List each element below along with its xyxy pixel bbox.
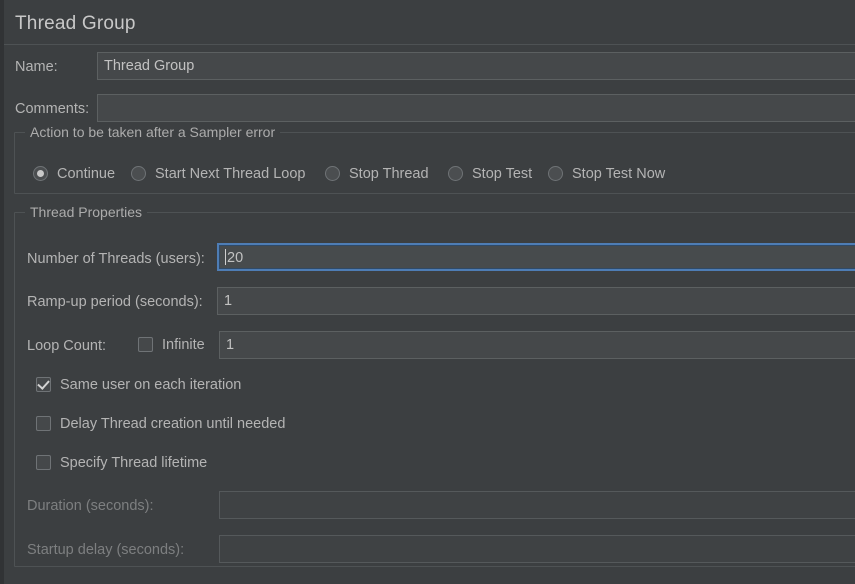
check-icon — [37, 377, 50, 390]
comments-input[interactable] — [97, 94, 855, 122]
specify-thread-lifetime-label[interactable]: Specify Thread lifetime — [60, 454, 207, 472]
radio-stop-test[interactable] — [448, 166, 463, 181]
ramp-up-period-label: Ramp-up period (seconds): — [27, 294, 203, 310]
radio-start-next-thread-loop[interactable] — [131, 166, 146, 181]
radio-continue[interactable] — [33, 166, 48, 181]
radio-start-next-thread-loop-label[interactable]: Start Next Thread Loop — [155, 165, 305, 183]
number-of-threads-input[interactable]: 20 — [217, 243, 855, 271]
radio-continue-dot — [37, 170, 44, 177]
sampler-error-group-title: Action to be taken after a Sampler error — [25, 124, 281, 140]
thread-group-panel: Thread Group Name: Thread Group Comments… — [0, 0, 855, 584]
name-label: Name: — [15, 59, 58, 75]
startup-delay-label: Startup delay (seconds): — [27, 542, 185, 558]
radio-stop-test-now[interactable] — [548, 166, 563, 181]
title-divider — [4, 44, 855, 45]
radio-stop-test-now-label[interactable]: Stop Test Now — [572, 165, 665, 183]
specify-thread-lifetime-checkbox[interactable] — [36, 455, 51, 470]
loop-count-infinite-checkbox[interactable] — [138, 337, 153, 352]
startup-delay-input — [219, 535, 855, 563]
comments-label: Comments: — [15, 101, 90, 117]
delay-thread-creation-label[interactable]: Delay Thread creation until needed — [60, 415, 285, 433]
loop-count-input[interactable]: 1 — [219, 331, 855, 359]
same-user-checkbox[interactable] — [36, 377, 51, 392]
delay-thread-creation-checkbox[interactable] — [36, 416, 51, 431]
ramp-up-period-input[interactable]: 1 — [217, 287, 855, 315]
loop-count-infinite-label[interactable]: Infinite — [162, 336, 205, 354]
radio-stop-thread[interactable] — [325, 166, 340, 181]
text-caret — [225, 249, 226, 265]
duration-input — [219, 491, 855, 519]
loop-count-label: Loop Count: — [27, 338, 107, 354]
same-user-label[interactable]: Same user on each iteration — [60, 376, 241, 394]
radio-continue-label[interactable]: Continue — [57, 165, 115, 183]
duration-label: Duration (seconds): — [27, 498, 154, 514]
number-of-threads-value: 20 — [227, 250, 244, 266]
page-title: Thread Group — [15, 13, 136, 34]
radio-stop-test-label[interactable]: Stop Test — [472, 165, 532, 183]
name-input[interactable]: Thread Group — [97, 52, 855, 80]
thread-properties-group-title: Thread Properties — [25, 204, 148, 220]
number-of-threads-label: Number of Threads (users): — [27, 251, 205, 267]
sampler-error-group: Action to be taken after a Sampler error — [14, 124, 855, 194]
radio-stop-thread-label[interactable]: Stop Thread — [349, 165, 429, 183]
left-edge-strip — [0, 0, 4, 584]
